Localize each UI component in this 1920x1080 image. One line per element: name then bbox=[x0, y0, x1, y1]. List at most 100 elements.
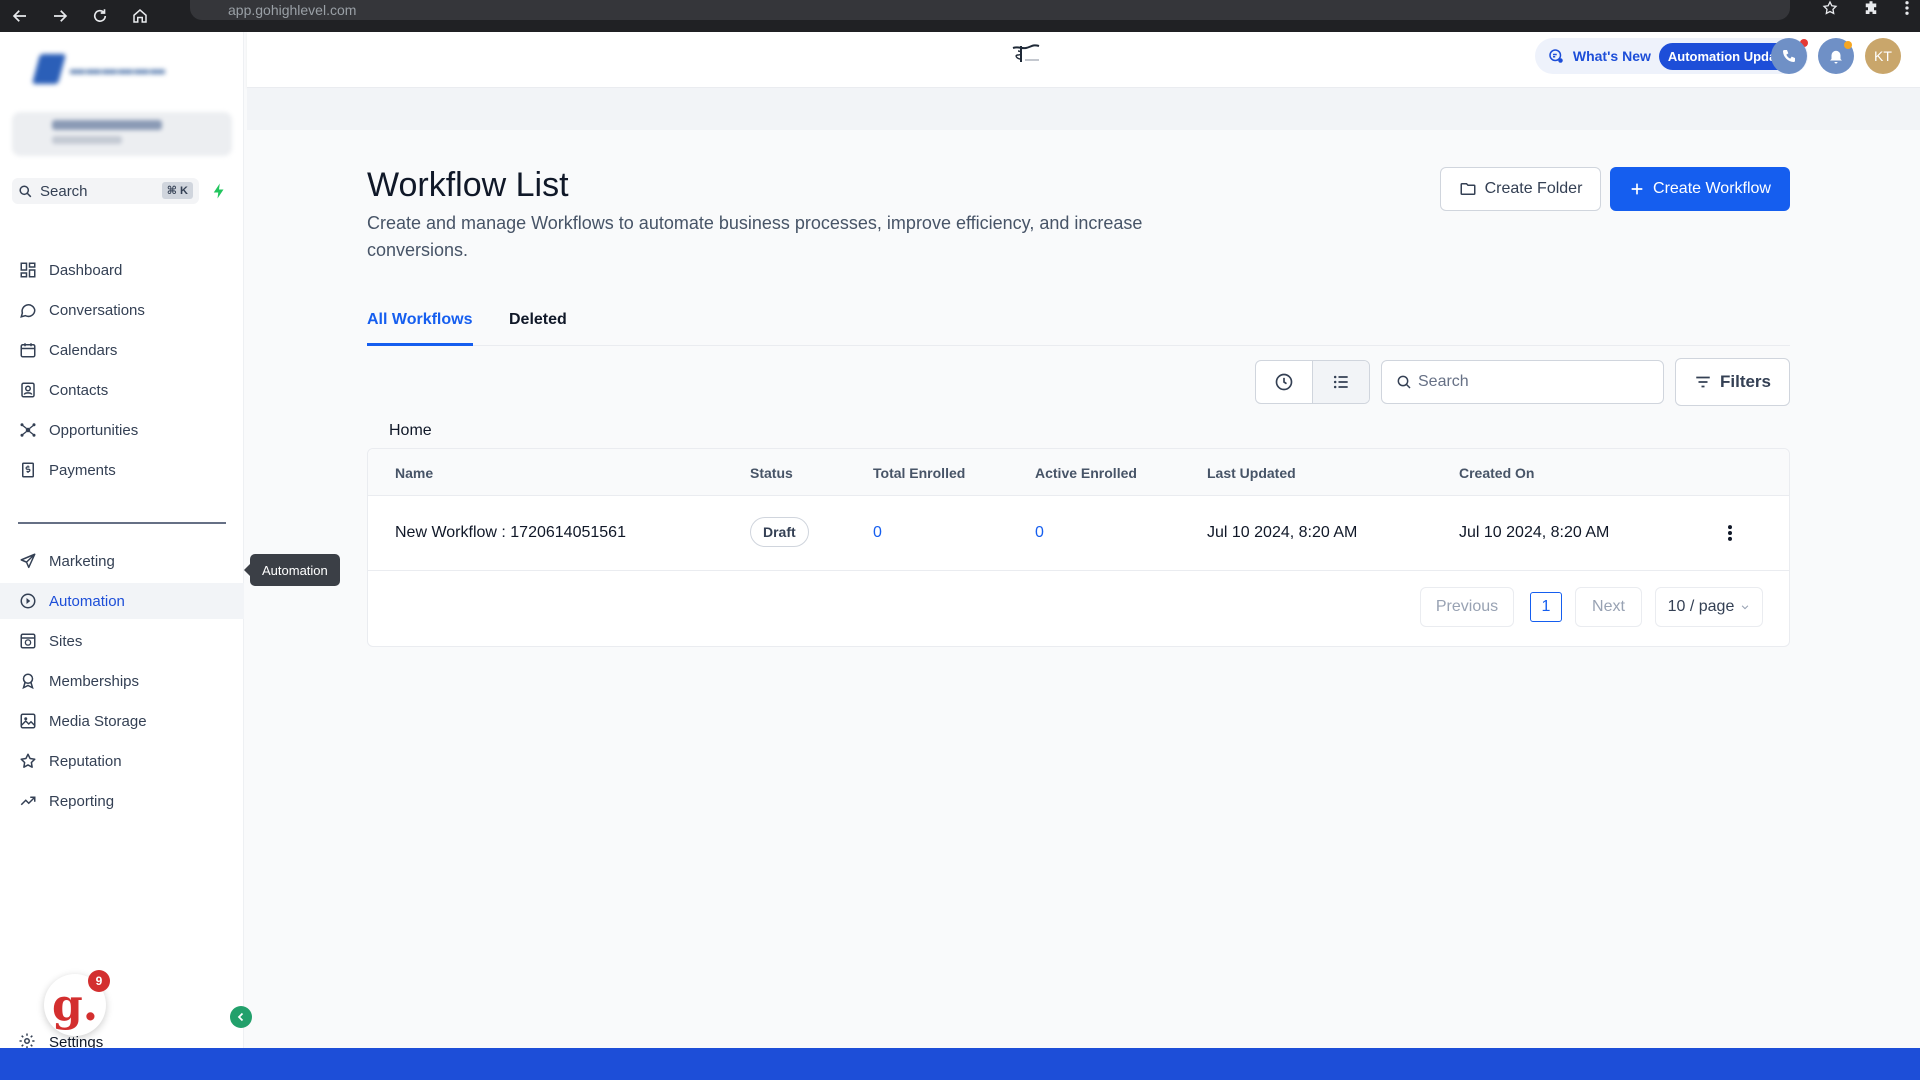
account-location-blurred bbox=[52, 136, 122, 144]
workflow-name[interactable]: New Workflow : 1720614051561 bbox=[395, 524, 626, 542]
sidebar-item-label: Sites bbox=[49, 632, 83, 650]
notification-count-badge: 9 bbox=[88, 970, 110, 992]
last-updated-value: Jul 10 2024, 8:20 AM bbox=[1207, 524, 1358, 541]
trend-icon bbox=[18, 791, 38, 811]
row-actions-kebab-icon[interactable] bbox=[1720, 521, 1740, 545]
forward-icon[interactable] bbox=[40, 0, 80, 32]
home-icon[interactable] bbox=[120, 0, 160, 32]
extensions-icon[interactable] bbox=[1862, 0, 1880, 22]
column-header-total-enrolled[interactable]: Total Enrolled bbox=[873, 465, 965, 481]
chevron-down-icon bbox=[1740, 602, 1750, 612]
column-header-status[interactable]: Status bbox=[750, 465, 793, 481]
sidebar-divider bbox=[18, 522, 226, 524]
chevron-left-icon bbox=[235, 1011, 247, 1023]
sidebar-item-calendars[interactable]: Calendars bbox=[0, 332, 244, 368]
browser-toolbar: app.gohighlevel.com bbox=[0, 0, 1920, 32]
calendar-icon bbox=[18, 340, 38, 360]
sidebar-item-opportunities[interactable]: Opportunities bbox=[0, 412, 244, 448]
logo-mark bbox=[31, 54, 67, 84]
sidebar-item-label: Opportunities bbox=[49, 421, 139, 439]
sidebar-collapse-button[interactable] bbox=[230, 1006, 252, 1028]
sidebar-item-label: Memberships bbox=[49, 672, 140, 690]
sidebar-item-label: Contacts bbox=[49, 381, 109, 399]
automation-icon bbox=[18, 591, 38, 611]
column-header-name[interactable]: Name bbox=[395, 465, 433, 481]
whats-new-widget[interactable]: What's New Automation Updates bbox=[1534, 38, 1809, 74]
phone-button[interactable] bbox=[1771, 38, 1807, 74]
list-view-button[interactable] bbox=[1312, 361, 1369, 403]
search-input[interactable] bbox=[1418, 373, 1638, 391]
sidebar-item-label: Reputation bbox=[49, 752, 122, 770]
create-folder-button[interactable]: Create Folder bbox=[1440, 167, 1601, 211]
create-workflow-button[interactable]: Create Workflow bbox=[1610, 167, 1790, 211]
reload-icon[interactable] bbox=[80, 0, 120, 32]
sidebar-search[interactable]: Search ⌘ K bbox=[12, 178, 199, 204]
avatar[interactable]: KT bbox=[1865, 38, 1901, 74]
workflow-tabs: All Workflows Deleted bbox=[367, 306, 1790, 346]
table-row[interactable]: New Workflow : 1720614051561 Draft 0 0 J… bbox=[368, 496, 1789, 571]
sidebar-item-label: Automation bbox=[49, 592, 125, 610]
sidebar-item-conversations[interactable]: Conversations bbox=[0, 292, 244, 328]
sidebar-item-contacts[interactable]: Contacts bbox=[0, 372, 244, 408]
pagination-next[interactable]: Next bbox=[1575, 587, 1642, 627]
column-header-active-enrolled[interactable]: Active Enrolled bbox=[1035, 465, 1137, 481]
help-widget-badge[interactable]: g. 9 bbox=[44, 970, 110, 1036]
sidebar-item-label: Marketing bbox=[49, 552, 115, 570]
quick-actions-bolt-icon[interactable] bbox=[210, 182, 228, 200]
notifications-button[interactable] bbox=[1818, 38, 1854, 74]
status-badge: Draft bbox=[750, 517, 809, 547]
sidebar-item-label: Payments bbox=[49, 461, 116, 479]
breadcrumb[interactable]: Home bbox=[389, 422, 432, 440]
sidebar-item-reputation[interactable]: Reputation bbox=[0, 743, 244, 779]
address-bar[interactable]: app.gohighlevel.com bbox=[190, 0, 1790, 20]
whats-new-label: What's New bbox=[1572, 48, 1651, 64]
sidebar-item-dashboard[interactable]: Dashboard bbox=[0, 252, 244, 288]
column-header-last-updated[interactable]: Last Updated bbox=[1207, 465, 1296, 481]
list-icon bbox=[1331, 372, 1351, 392]
sidebar-item-sites[interactable]: Sites bbox=[0, 623, 244, 659]
logo-wordmark: ▬▬▬▬▬▬ bbox=[70, 60, 166, 78]
create-workflow-label: Create Workflow bbox=[1653, 180, 1771, 197]
active-enrolled-link[interactable]: 0 bbox=[1035, 524, 1044, 542]
sidebar-item-automation[interactable]: Automation bbox=[0, 583, 244, 619]
filters-button[interactable]: Filters bbox=[1675, 358, 1790, 406]
contacts-icon bbox=[18, 380, 38, 400]
brand-caduceus-icon bbox=[1009, 42, 1043, 66]
opportunities-icon bbox=[18, 420, 38, 440]
header-band bbox=[247, 88, 1920, 130]
column-header-created-on[interactable]: Created On bbox=[1459, 465, 1534, 481]
browser-menu-icon[interactable] bbox=[1904, 0, 1910, 22]
sidebar-item-label: Media Storage bbox=[49, 712, 147, 730]
sidebar-item-payments[interactable]: Payments bbox=[0, 452, 244, 488]
avatar-initials: KT bbox=[1874, 48, 1892, 64]
sidebar-item-memberships[interactable]: Memberships bbox=[0, 663, 244, 699]
pagination-previous[interactable]: Previous bbox=[1420, 587, 1514, 627]
dashboard-icon bbox=[18, 260, 38, 280]
page-title: Workflow List bbox=[367, 166, 569, 204]
recent-view-button[interactable] bbox=[1256, 361, 1312, 403]
account-name-blurred bbox=[52, 120, 162, 130]
sidebar-item-reporting[interactable]: Reporting bbox=[0, 783, 244, 819]
bottom-bar bbox=[0, 1048, 1920, 1080]
bookmark-star-icon[interactable] bbox=[1822, 0, 1838, 21]
search-shortcut-badge: ⌘ K bbox=[161, 182, 193, 199]
tab-all-workflows[interactable]: All Workflows bbox=[367, 311, 473, 346]
star-icon bbox=[18, 751, 38, 771]
tab-deleted[interactable]: Deleted bbox=[509, 311, 567, 346]
created-on-value: Jul 10 2024, 8:20 AM bbox=[1459, 524, 1610, 541]
page-size-select[interactable]: 10 / page bbox=[1655, 587, 1763, 627]
sidebar-item-media-storage[interactable]: Media Storage bbox=[0, 703, 244, 739]
total-enrolled-link[interactable]: 0 bbox=[873, 524, 882, 542]
url-text: app.gohighlevel.com bbox=[228, 2, 357, 18]
sidebar-item-label: Conversations bbox=[49, 301, 145, 319]
browser-actions bbox=[1822, 0, 1910, 20]
company-logo[interactable]: ▬▬▬▬▬▬ bbox=[31, 52, 211, 86]
account-switcher[interactable] bbox=[12, 112, 232, 156]
back-icon[interactable] bbox=[0, 0, 40, 32]
sidebar-item-marketing[interactable]: Marketing bbox=[0, 543, 244, 579]
sites-icon bbox=[18, 631, 38, 651]
phone-icon bbox=[1781, 48, 1797, 64]
notification-dot bbox=[1844, 41, 1852, 49]
sidebar-tooltip: Automation bbox=[244, 554, 340, 586]
pagination-page-1[interactable]: 1 bbox=[1530, 592, 1562, 622]
